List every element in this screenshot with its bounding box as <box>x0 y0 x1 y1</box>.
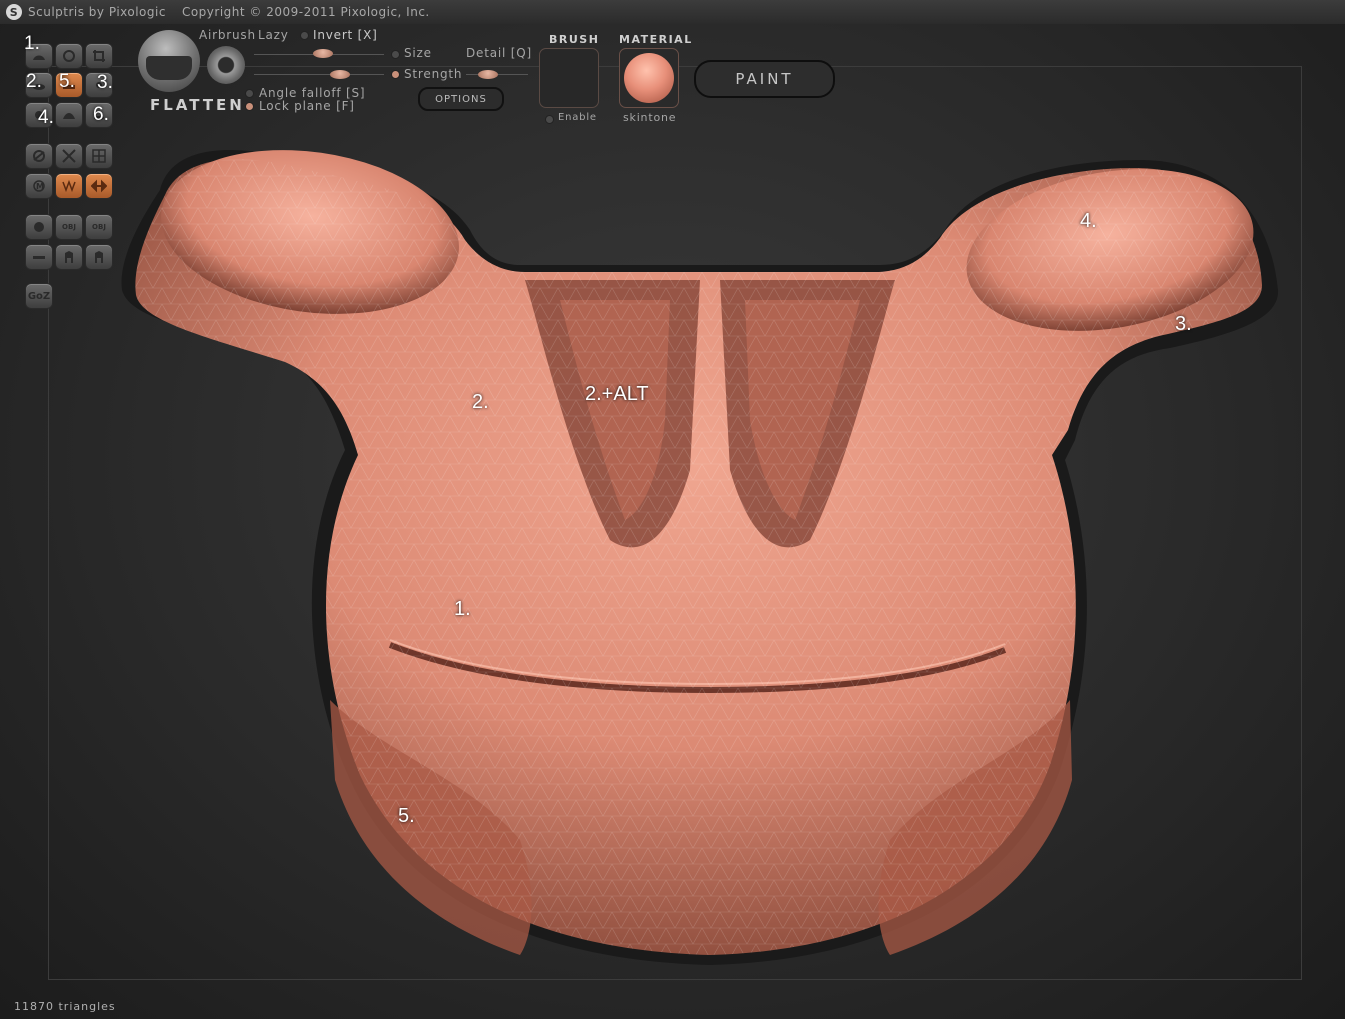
grid-icon <box>92 149 106 163</box>
enable-radio[interactable] <box>545 115 554 124</box>
detail-slider-knob[interactable] <box>478 70 498 79</box>
size-label: Size <box>404 46 432 60</box>
double-arrow-button[interactable] <box>85 173 113 199</box>
obj-import-label: OBJ <box>62 223 76 231</box>
brush-texture-swatch[interactable] <box>539 48 599 108</box>
brush-stroke-ring-icon[interactable] <box>207 46 245 84</box>
material-swatch[interactable] <box>619 48 679 108</box>
tool-annotation-5: 5. <box>59 71 75 92</box>
open-file-icon <box>65 251 73 263</box>
annotation-2-alt: 2.+ALT <box>585 383 649 405</box>
angle-falloff-radio[interactable] <box>245 89 254 98</box>
export-obj-button[interactable]: OBJ <box>85 214 113 240</box>
tool-crop-button[interactable] <box>85 43 113 69</box>
mirror-icon: M <box>33 180 45 192</box>
save-file-icon <box>95 251 103 263</box>
symmetry-button[interactable] <box>25 143 53 169</box>
plane-button[interactable] <box>25 244 53 270</box>
tool-crease-button[interactable] <box>55 102 83 128</box>
tool-annotation-4: 4. <box>38 107 54 128</box>
symmetry-x-button[interactable] <box>55 173 83 199</box>
open-button[interactable] <box>55 244 83 270</box>
invert-radio[interactable] <box>300 31 309 40</box>
crop-icon <box>93 50 105 62</box>
invert-label: Invert [X] <box>313 28 378 42</box>
tool-annotation-3: 3. <box>97 72 113 93</box>
double-arrow-icon <box>91 179 107 193</box>
tool-annotation-1: 1. <box>24 33 40 54</box>
symmetry-icon <box>33 150 45 162</box>
annotation-4: 4. <box>1080 210 1097 232</box>
brush-name: FLATTEN <box>150 96 245 114</box>
brush-header: BRUSH <box>549 33 600 46</box>
sphere-icon <box>34 222 44 232</box>
enable-label: Enable <box>558 112 597 123</box>
brush-preview-icon[interactable] <box>138 30 200 92</box>
material-sphere-icon <box>624 53 674 103</box>
grid-button[interactable] <box>85 143 113 169</box>
obj-export-label: OBJ <box>92 223 106 231</box>
goz-label: GoZ <box>27 290 51 302</box>
svg-text:M: M <box>36 182 44 191</box>
strength-radio[interactable] <box>391 70 400 79</box>
strength-slider-knob[interactable] <box>330 70 350 79</box>
lazy-toggle[interactable]: Lazy <box>258 28 289 42</box>
crease-icon <box>63 113 75 119</box>
goz-button[interactable]: GoZ <box>25 283 53 309</box>
sculpted-model[interactable] <box>0 0 1345 1019</box>
material-name: skintone <box>623 111 677 124</box>
annotation-3: 3. <box>1175 313 1192 335</box>
size-slider-knob[interactable] <box>313 49 333 58</box>
save-button[interactable] <box>85 244 113 270</box>
sphere-button[interactable] <box>25 214 53 240</box>
options-button[interactable]: OPTIONS <box>418 87 504 111</box>
tool-annotation-6: 6. <box>93 104 109 125</box>
vv-symmetry-icon <box>62 179 76 193</box>
wireframe-icon <box>62 149 76 163</box>
mirror-button[interactable]: M <box>25 173 53 199</box>
material-header: MATERIAL <box>619 33 693 46</box>
annotation-5: 5. <box>398 805 415 827</box>
rotate-icon <box>63 50 75 62</box>
import-obj-button[interactable]: OBJ <box>55 214 83 240</box>
annotation-2: 2. <box>472 391 489 413</box>
strength-label: Strength <box>404 67 463 81</box>
paint-button[interactable]: PAINT <box>694 60 835 98</box>
lock-plane-radio[interactable] <box>245 102 254 111</box>
strength-slider-track[interactable] <box>254 74 384 75</box>
triangle-count: 11870 triangles <box>14 1000 116 1013</box>
size-radio[interactable] <box>391 50 400 59</box>
tool-annotation-2: 2. <box>26 71 42 92</box>
annotation-1: 1. <box>454 598 471 620</box>
tool-rotate-button[interactable] <box>55 43 83 69</box>
plane-icon <box>33 256 45 259</box>
wireframe-button[interactable] <box>55 143 83 169</box>
lock-plane-label: Lock plane [F] <box>259 99 355 113</box>
angle-falloff-label: Angle falloff [S] <box>259 86 366 100</box>
detail-label: Detail [Q] <box>466 46 532 60</box>
airbrush-toggle[interactable]: Airbrush <box>199 28 256 42</box>
